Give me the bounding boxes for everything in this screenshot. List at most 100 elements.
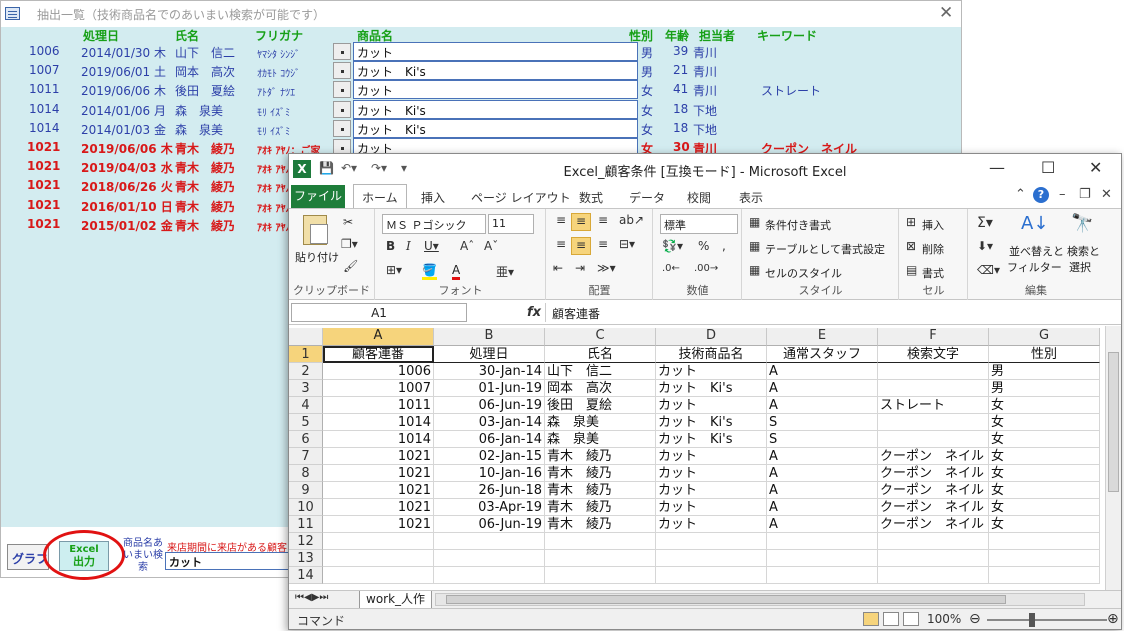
clear-icon[interactable]: ⌫▾ [977, 263, 1000, 277]
row-product-field[interactable]: カット Ki's [353, 61, 638, 81]
grid-cell[interactable]: 青木 綾乃 [545, 499, 656, 516]
grid-cell[interactable]: A [767, 482, 878, 499]
grid-cell[interactable]: 山下 信二 [545, 363, 656, 380]
grid-cell[interactable]: 顧客連番 [323, 346, 434, 363]
row-product-field[interactable]: カット [353, 80, 638, 100]
bold-icon[interactable]: B [386, 239, 395, 253]
grid-cell[interactable]: カット [656, 397, 767, 414]
grid-cell[interactable]: 1014 [323, 414, 434, 431]
grid-cell[interactable]: クーポン ネイル [878, 499, 989, 516]
grid-cell[interactable] [878, 550, 989, 567]
grid-cell[interactable] [767, 567, 878, 584]
row-product-field[interactable]: カット [353, 42, 638, 61]
delete-cells-button[interactable]: 削除 [922, 241, 944, 257]
ribbon-collapse-icon[interactable]: ⌃ [1015, 187, 1026, 202]
column-header[interactable]: F [878, 328, 989, 346]
grid-cell[interactable] [878, 567, 989, 584]
tab-file[interactable]: ファイル [291, 185, 345, 208]
grid-cell[interactable]: 06-Jan-14 [434, 431, 545, 448]
zoom-out-icon[interactable]: ⊖ [969, 611, 981, 627]
copy-icon[interactable]: ❐▾ [341, 237, 358, 251]
column-header[interactable]: G [989, 328, 1100, 346]
grid-cell[interactable] [434, 533, 545, 550]
tab-page-layout[interactable]: ページ レイアウト [471, 189, 571, 206]
row-header[interactable]: 11 [289, 516, 323, 533]
row-header[interactable]: 4 [289, 397, 323, 414]
sort-filter-icon[interactable]: A↓ [1021, 213, 1048, 234]
grid-cell[interactable] [323, 567, 434, 584]
table-row[interactable]: 1014 2014/01/06 月森 泉美 ﾓﾘ ｲｽﾞﾐ 女 18 下地 カット Ki's [1, 99, 961, 119]
align-left-icon[interactable]: ≡ [551, 237, 571, 255]
column-header[interactable]: A [323, 328, 434, 346]
row-header[interactable]: 7 [289, 448, 323, 465]
grid-cell[interactable]: A [767, 397, 878, 414]
percent-icon[interactable]: % [698, 239, 709, 253]
zoom-slider-knob[interactable] [1029, 613, 1035, 627]
grid-cell[interactable] [656, 533, 767, 550]
conditional-format-button[interactable]: 条件付き書式 [765, 217, 831, 233]
decrease-decimal-icon[interactable]: .00→ [694, 263, 718, 274]
grid-cell[interactable]: カット [656, 516, 767, 533]
fx-icon[interactable]: fx [527, 305, 541, 320]
format-painter-icon[interactable]: 🖌 [343, 259, 358, 273]
grid-cell[interactable]: 1014 [323, 431, 434, 448]
grid-cell[interactable]: 青木 綾乃 [545, 482, 656, 499]
grid-cell[interactable] [989, 567, 1100, 584]
font-name-select[interactable]: ＭＳ Ｐゴシック [382, 214, 486, 234]
grid-cell[interactable] [767, 550, 878, 567]
row-product-field[interactable]: カット Ki's [353, 118, 638, 138]
name-box[interactable]: A1 [291, 303, 467, 322]
grid-cell[interactable]: A [767, 448, 878, 465]
row-detail-button[interactable] [333, 62, 351, 80]
row-header[interactable]: 1 [289, 346, 323, 363]
grid-cell[interactable]: 01-Jun-19 [434, 380, 545, 397]
normal-view-icon[interactable] [863, 612, 879, 626]
grid-cell[interactable] [878, 533, 989, 550]
align-middle-icon[interactable]: ≡ [571, 213, 591, 231]
grid-cell[interactable]: 1021 [323, 448, 434, 465]
sheet-tab-work[interactable]: work_人作 [359, 591, 433, 609]
align-right-icon[interactable]: ≡ [593, 237, 613, 255]
find-select-label-1[interactable]: 検索と [1067, 243, 1100, 259]
row-header[interactable]: 13 [289, 550, 323, 567]
cell-style-button[interactable]: セルのスタイル [765, 265, 842, 281]
tab-insert[interactable]: 挿入 [421, 189, 445, 206]
grid-cell[interactable]: 処理日 [434, 346, 545, 363]
ribbon-minimize-icon[interactable]: – [1059, 187, 1066, 202]
italic-icon[interactable]: I [406, 239, 411, 253]
row-header[interactable]: 10 [289, 499, 323, 516]
redo-icon[interactable]: ↷▾ [371, 161, 387, 175]
grid-cell[interactable]: ストレート [878, 397, 989, 414]
align-top-icon[interactable]: ≡ [551, 213, 571, 231]
grid-cell[interactable] [878, 414, 989, 431]
grid-cell[interactable]: カット Ki's [656, 380, 767, 397]
grid-cell[interactable]: 青木 綾乃 [545, 516, 656, 533]
paste-icon[interactable] [303, 215, 328, 245]
grid-cell[interactable]: A [767, 499, 878, 516]
grid-cell[interactable]: 女 [989, 499, 1100, 516]
ribbon-restore-icon[interactable]: ❐ [1079, 187, 1091, 202]
select-all-corner[interactable] [289, 328, 323, 346]
column-header[interactable]: C [545, 328, 656, 346]
decrease-indent-icon[interactable]: ⇤ [553, 261, 563, 275]
column-header[interactable]: E [767, 328, 878, 346]
grid-cell[interactable] [545, 533, 656, 550]
maximize-icon[interactable]: ☐ [1041, 158, 1055, 177]
grid-cell[interactable]: カット [656, 465, 767, 482]
comma-icon[interactable]: , [722, 239, 726, 253]
number-format-select[interactable]: 標準 [660, 214, 738, 234]
grid-cell[interactable] [434, 550, 545, 567]
grid-cell[interactable]: 06-Jun-19 [434, 516, 545, 533]
grid-cell[interactable] [878, 431, 989, 448]
row-detail-button[interactable] [333, 81, 351, 99]
grid-cell[interactable] [989, 550, 1100, 567]
grid-cell[interactable] [656, 550, 767, 567]
grid-cell[interactable]: 1021 [323, 465, 434, 482]
row-header[interactable]: 2 [289, 363, 323, 380]
grid-cell[interactable] [767, 533, 878, 550]
sheet-nav-icon[interactable]: ⏮◀▶⏭ [295, 592, 328, 603]
row-header[interactable]: 8 [289, 465, 323, 482]
grid-cell[interactable]: 03-Jan-14 [434, 414, 545, 431]
row-header[interactable]: 6 [289, 431, 323, 448]
grid-cell[interactable]: 03-Apr-19 [434, 499, 545, 516]
